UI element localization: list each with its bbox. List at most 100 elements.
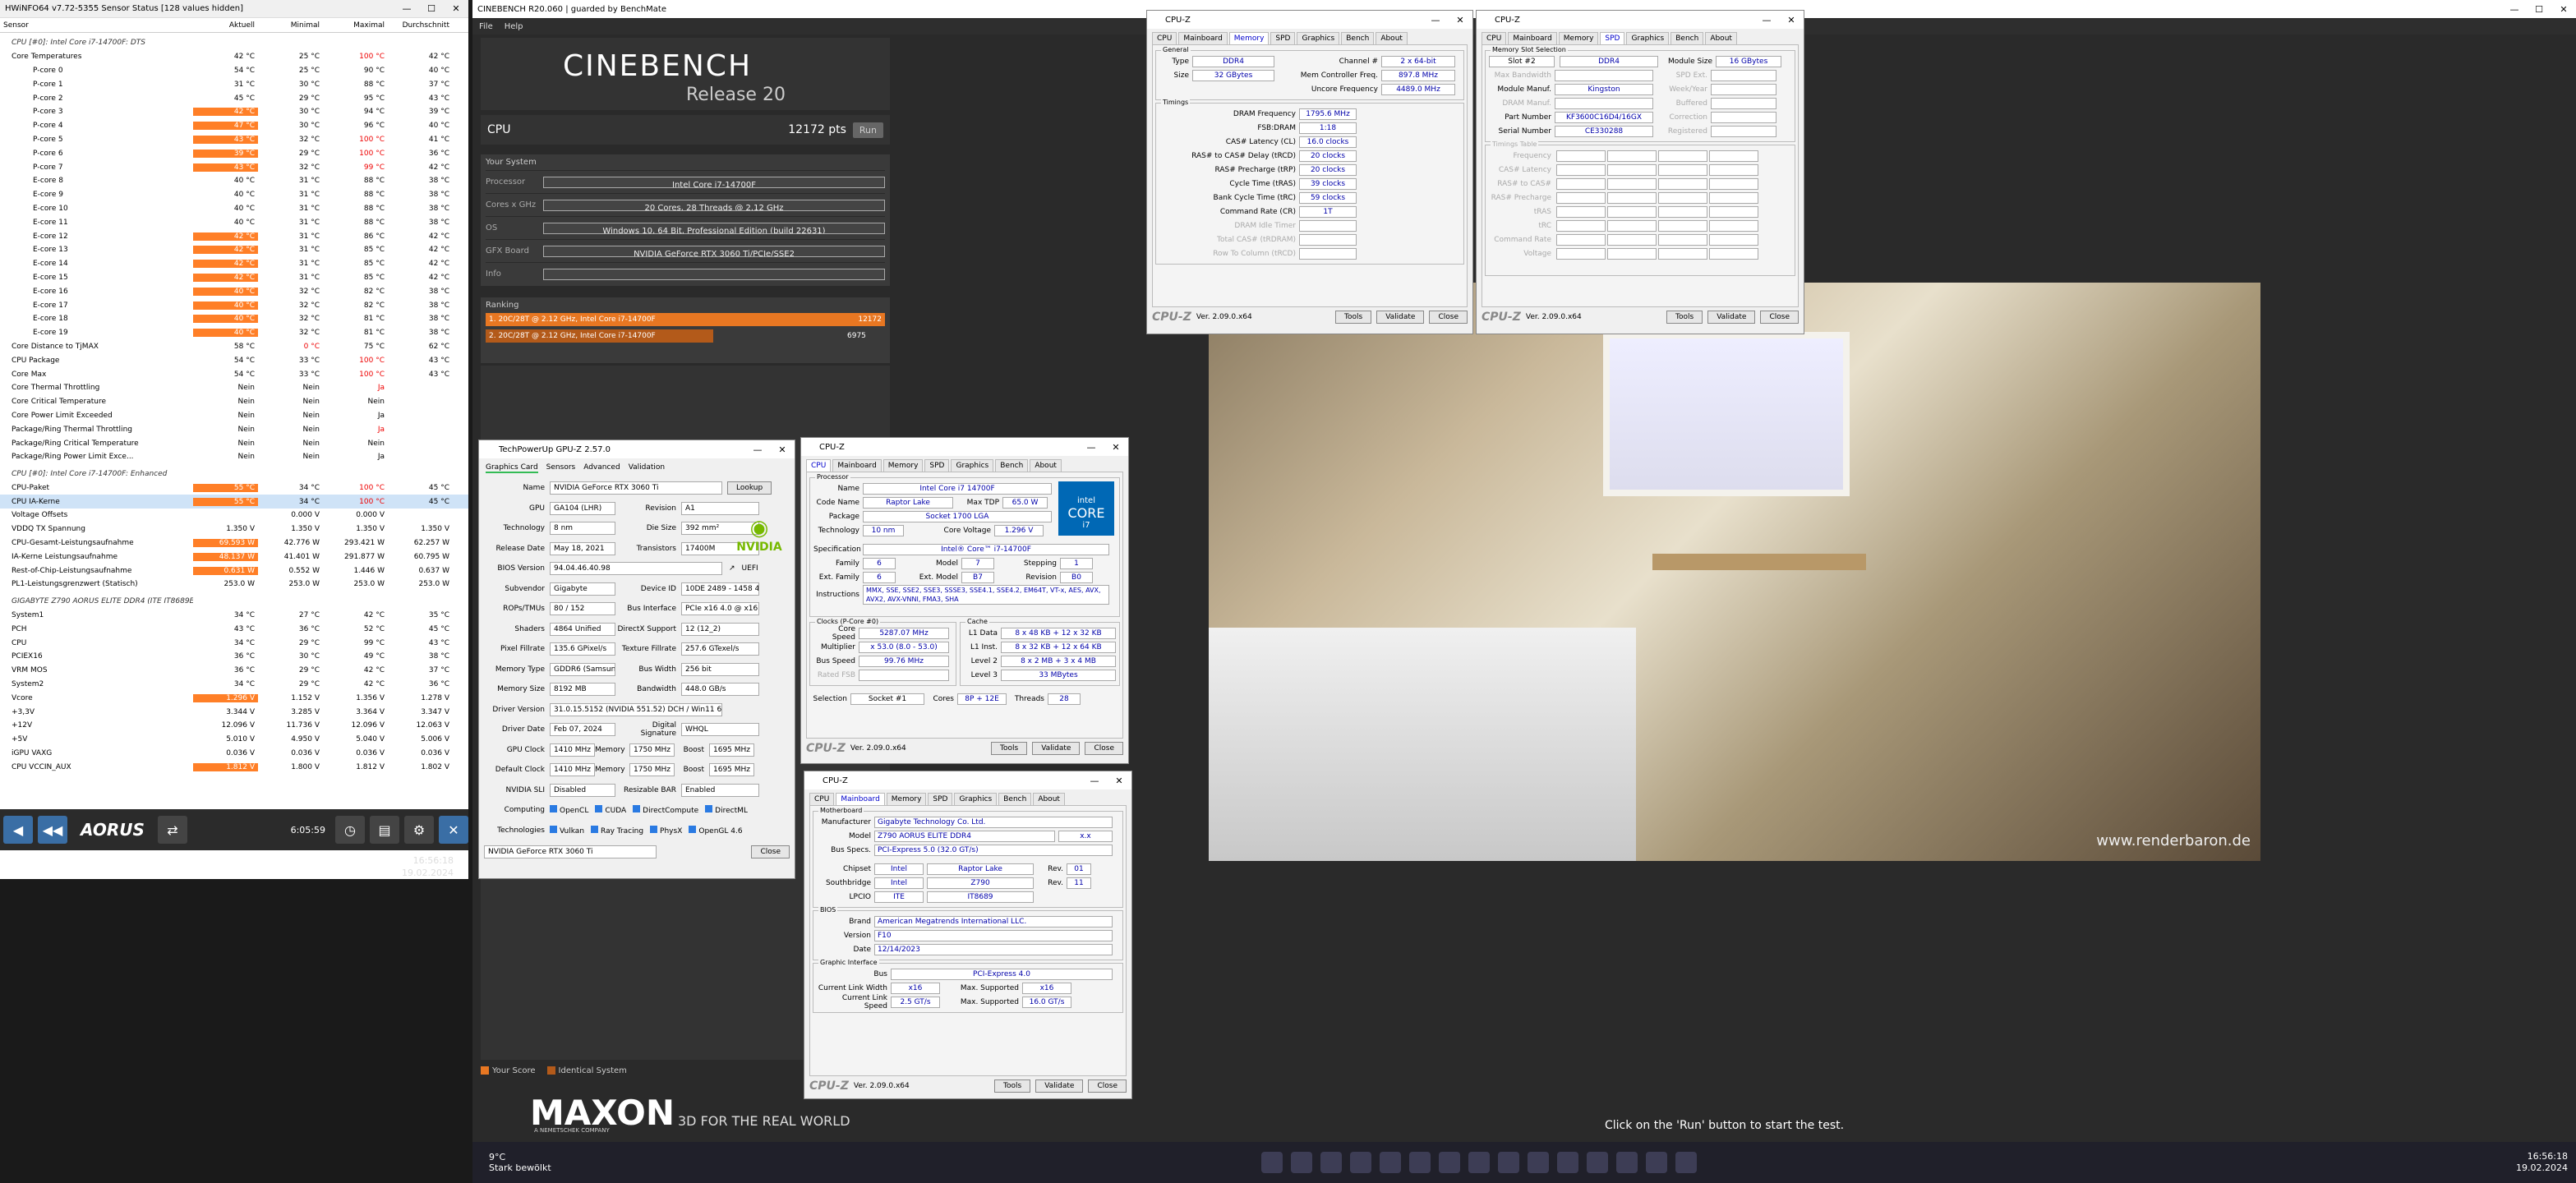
system-tray-clock[interactable]: 16:56:18 19.02.2024 [2516,1151,2568,1174]
sensor-row[interactable]: PCIEX16 36 °C 30 °C 49 °C 38 °C [0,650,468,664]
tab-validation[interactable]: Validation [629,463,665,473]
ranking-bar[interactable]: 1. 20C/28T @ 2.12 GHz, Intel Core i7-147… [486,313,885,326]
tab-mainboard[interactable]: Mainboard [836,793,885,805]
close-button[interactable]: Close [1760,311,1799,324]
sensor-group-header[interactable]: GIGABYTE Z790 AORUS ELITE DDR4 (ITE IT86… [0,595,468,609]
close-button[interactable]: ✕ [1779,15,1804,25]
gpuz-close-button[interactable]: Close [751,845,790,858]
checkbox-icon[interactable] [633,805,641,813]
tab-graphics[interactable]: Graphics [951,459,994,472]
tab-memory[interactable]: Memory [886,793,927,805]
tab-graphics[interactable]: Graphics [1626,32,1670,44]
sensor-row[interactable]: System2 34 °C 29 °C 42 °C 36 °C [0,678,468,692]
sensor-row[interactable]: E-core 12 42 °C 31 °C 86 °C 42 °C [0,229,468,243]
sensor-row[interactable]: P-core 4 47 °C 30 °C 96 °C 40 °C [0,119,468,133]
tools-button[interactable]: Tools [991,742,1028,755]
validate-button[interactable]: Validate [1035,1079,1084,1093]
computing-checkbox[interactable]: CUDA [595,805,626,815]
sensor-row[interactable]: Vcore 1.296 V 1.152 V 1.356 V 1.278 V [0,691,468,705]
sensor-row[interactable]: E-core 18 40 °C 32 °C 81 °C 38 °C [0,312,468,326]
sensor-row[interactable]: CPU-Paket 55 °C 34 °C 100 °C 45 °C [0,481,468,495]
header-min[interactable]: Minimal [258,21,323,30]
hwinfo-icon[interactable] [1587,1152,1608,1173]
checkbox-icon[interactable] [550,825,557,833]
checkbox-icon[interactable] [550,805,557,813]
sensor-row[interactable]: Core Max 54 °C 33 °C 100 °C 43 °C [0,367,468,381]
close-button[interactable]: ✕ [1107,776,1131,786]
maximize-button[interactable]: ☐ [419,3,444,14]
sensor-row[interactable]: E-core 17 40 °C 32 °C 82 °C 38 °C [0,298,468,312]
tab-advanced[interactable]: Advanced [583,463,620,473]
tab-cpu[interactable]: CPU [1482,32,1507,44]
nav-collapse-icon[interactable]: ◀◀ [38,816,67,844]
sensor-row[interactable]: Voltage Offsets 0.000 V 0.000 V [0,509,468,522]
sensor-row[interactable]: iGPU VAXG 0.036 V 0.036 V 0.036 V 0.036 V [0,747,468,761]
sensor-row[interactable]: Core Thermal Throttling Nein Nein Ja [0,381,468,395]
computing-checkbox[interactable]: DirectCompute [633,805,698,815]
chrome-icon[interactable] [1439,1152,1460,1173]
minimize-button[interactable]: — [1754,15,1779,25]
close-button[interactable]: ✕ [2551,4,2576,15]
sensor-row[interactable]: IA-Kerne Leistungsaufnahme 48.137 W 41.401… [0,550,468,564]
sensor-group-header[interactable]: CPU [#0]: Intel Core i7-14700F: DTS [0,36,468,50]
sensor-row[interactable]: CPU-Gesamt-Leistungsaufnahme 69.593 W 42.7… [0,536,468,550]
sensor-row[interactable]: Package/Ring Thermal Throttling Nein Nein J… [0,422,468,436]
minimize-button[interactable]: — [1082,776,1107,786]
tab-bench[interactable]: Bench [998,793,1032,805]
sensor-row[interactable]: CPU IA-Kerne 55 °C 34 °C 100 °C 45 °C [0,495,468,509]
computing-checkbox[interactable]: OpenCL [550,805,588,815]
settings-icon[interactable] [1498,1152,1519,1173]
close-button[interactable]: Close [1429,311,1468,324]
sensor-row[interactable]: P-core 1 31 °C 30 °C 88 °C 37 °C [0,77,468,91]
menu-help[interactable]: Help [505,22,523,31]
sensor-row[interactable]: Core Critical Temperature Nein Nein Nein [0,395,468,409]
sensor-row[interactable]: Core Distance to TjMAX 58 °C 0 °C 75 °C 62 °… [0,340,468,354]
sensor-row[interactable]: E-core 8 40 °C 31 °C 88 °C 38 °C [0,174,468,188]
tab-cpu[interactable]: CPU [1152,32,1177,44]
tab-mainboard[interactable]: Mainboard [832,459,882,472]
sensor-row[interactable]: E-core 11 40 °C 31 °C 88 °C 38 °C [0,215,468,229]
close-button[interactable]: ✕ [1448,15,1472,25]
minimize-button[interactable]: — [1423,15,1448,25]
maximize-button[interactable]: ☐ [2527,4,2551,15]
gpu-icon[interactable] [1646,1152,1667,1173]
folder-icon[interactable] [1291,1152,1312,1173]
tab-cpu[interactable]: CPU [809,793,835,805]
tools-button[interactable]: Tools [1335,311,1372,324]
report-icon[interactable]: ▤ [370,816,399,844]
tab-about[interactable]: About [1030,459,1062,472]
sensor-row[interactable]: PCH 43 °C 36 °C 52 °C 45 °C [0,622,468,636]
sensor-row[interactable]: E-core 16 40 °C 32 °C 82 °C 38 °C [0,284,468,298]
sensor-row[interactable]: +3,3V 3.344 V 3.285 V 3.364 V 3.347 V [0,705,468,719]
sensor-row[interactable]: P-core 2 45 °C 29 °C 95 °C 43 °C [0,91,468,105]
sensor-row[interactable]: Package/Ring Critical Temperature Nein Nei… [0,436,468,450]
sensor-row[interactable]: E-core 13 42 °C 31 °C 85 °C 42 °C [0,243,468,257]
ranking-bar[interactable]: 2. 20C/28T @ 2.12 GHz, Intel Core i7-147… [486,329,866,343]
tab-graphics[interactable]: Graphics [1297,32,1340,44]
network-icon[interactable]: ⇄ [157,816,187,844]
sensor-row[interactable]: P-core 3 42 °C 30 °C 94 °C 39 °C [0,105,468,119]
files-icon[interactable] [1468,1152,1490,1173]
validate-button[interactable]: Validate [1376,311,1425,324]
sensor-row[interactable]: P-core 7 43 °C 32 °C 99 °C 42 °C [0,160,468,174]
sensor-row[interactable]: VDDQ TX Spannung 1.350 V 1.350 V 1.350 V 1.3… [0,522,468,536]
tab-bench[interactable]: Bench [1341,32,1375,44]
tech-checkbox[interactable]: Vulkan [550,825,584,835]
tab-spd[interactable]: SPD [1600,32,1625,44]
lookup-button[interactable]: Lookup [727,481,772,495]
header-average[interactable]: Durchschnitt [388,21,453,30]
close-sensors-icon[interactable]: ✕ [439,816,468,844]
tab-bench[interactable]: Bench [1670,32,1704,44]
tab-spd[interactable]: SPD [1270,32,1296,44]
cpu-icon[interactable] [1616,1152,1638,1173]
menu-file[interactable]: File [479,22,493,31]
tech-checkbox[interactable]: PhysX [650,825,682,835]
tab-mainboard[interactable]: Mainboard [1178,32,1228,44]
validate-button[interactable]: Validate [1707,311,1756,324]
sensor-row[interactable]: P-core 0 54 °C 25 °C 90 °C 40 °C [0,64,468,78]
checkbox-icon[interactable] [705,805,713,813]
sensor-row[interactable]: Package/Ring Power Limit Exce... Nein Nein… [0,450,468,464]
nav-left-icon[interactable]: ◀ [3,816,33,844]
tab-bench[interactable]: Bench [995,459,1029,472]
sensor-row[interactable]: P-core 6 39 °C 29 °C 100 °C 36 °C [0,146,468,160]
